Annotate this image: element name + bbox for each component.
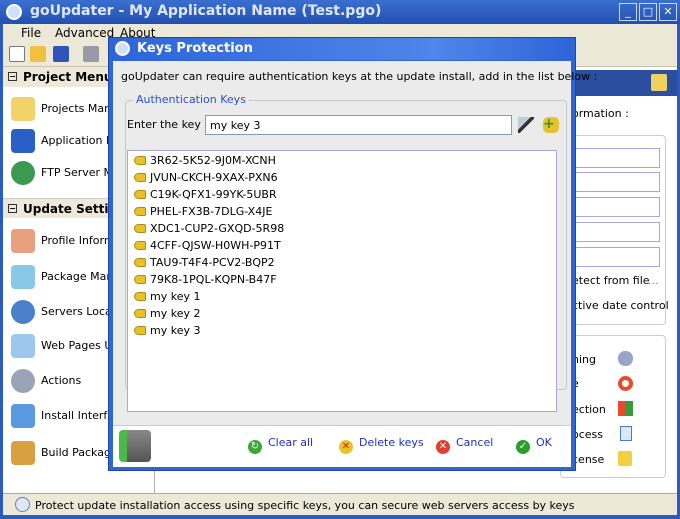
- key-list-item[interactable]: C19K-QFX1-99YK-5UBR: [134, 188, 277, 205]
- info-label: ormation :: [572, 107, 629, 120]
- key-icon: [134, 292, 146, 301]
- ok-button[interactable]: ✓ OK: [516, 436, 552, 454]
- cancel-button[interactable]: ✕ Cancel: [436, 436, 493, 454]
- open-folder-icon[interactable]: [30, 46, 46, 62]
- menu-file[interactable]: File: [21, 26, 41, 40]
- box-check-icon: [11, 441, 35, 465]
- info-field-1[interactable]: [565, 148, 660, 168]
- dialog-body: goUpdater can require authentication key…: [113, 61, 597, 425]
- lock-clock-icon: [618, 451, 632, 466]
- key-list-item[interactable]: PHEL-FX3B-7DLG-X4JE: [134, 205, 272, 222]
- key-list-item[interactable]: my key 1: [134, 290, 200, 307]
- folder-clock-icon: [11, 97, 35, 121]
- key-list-item[interactable]: 79K8-1PQL-KQPN-B47F: [134, 273, 277, 290]
- status-text: Protect update installation access using…: [35, 499, 575, 512]
- collapse-icon[interactable]: −: [8, 204, 17, 213]
- delete-key-icon: ✕: [339, 440, 353, 454]
- gear-play-icon: [11, 369, 35, 393]
- package-icon: [11, 265, 35, 289]
- option-5[interactable]: cense: [572, 453, 604, 466]
- browse-button[interactable]: ...: [648, 274, 659, 287]
- keys-list[interactable]: 3R62-5K52-9J0M-XCNH JVUN-CKCH-9XAX-PXN6 C1…: [127, 150, 557, 412]
- safe-icon: [119, 430, 151, 462]
- window-title: goUpdater - My Application Name (Test.pg…: [30, 3, 382, 19]
- refresh-icon: ↻: [248, 440, 262, 454]
- key-list-item[interactable]: TAU9-T4F4-PCV2-BQP2: [134, 256, 275, 273]
- key-list-item[interactable]: my key 2: [134, 307, 200, 324]
- generate-key-wand-icon[interactable]: [518, 117, 534, 133]
- title-bar: goUpdater - My Application Name (Test.pg…: [0, 0, 680, 24]
- document-icon: [620, 426, 632, 441]
- gear-icon: [618, 351, 633, 366]
- key-list-item[interactable]: XDC1-CUP2-GXQD-5R98: [134, 222, 284, 239]
- key-icon: [134, 275, 146, 284]
- status-bar: Protect update installation access using…: [3, 493, 677, 515]
- detect-from-file-label: etect from file: [572, 274, 650, 287]
- key-icon: [134, 207, 146, 216]
- keys-protection-dialog: Keys Protection goUpdater can require au…: [108, 37, 597, 471]
- key-icon: [134, 258, 146, 267]
- key-icon: [134, 224, 146, 233]
- dialog-description: goUpdater can require authentication key…: [121, 70, 598, 83]
- dialog-footer: ↻ Clear all ✕ Delete keys ✕ Cancel ✓ OK: [113, 425, 571, 467]
- key-icon: [134, 173, 146, 182]
- app-icon: [6, 4, 22, 20]
- cancel-icon: ✕: [436, 440, 450, 454]
- info-field-2[interactable]: [565, 172, 660, 192]
- windows-icon: [618, 401, 633, 416]
- info-field-5[interactable]: [565, 247, 660, 267]
- key-list-item[interactable]: my key 3: [134, 324, 200, 341]
- document-icon: [11, 229, 35, 253]
- check-icon: ✓: [516, 440, 530, 454]
- group-label: Authentication Keys: [133, 93, 249, 106]
- dialog-title: Keys Protection: [137, 41, 253, 56]
- key-icon: [134, 156, 146, 165]
- collapse-icon[interactable]: −: [8, 72, 17, 81]
- clear-all-button[interactable]: ↻ Clear all: [248, 436, 313, 454]
- maximize-button[interactable]: □: [639, 3, 657, 21]
- option-4[interactable]: ocess: [572, 428, 603, 441]
- key-icon: [134, 309, 146, 318]
- date-control-label[interactable]: ctive date control: [572, 299, 669, 312]
- option-3[interactable]: ection: [572, 403, 606, 416]
- application-icon: [11, 129, 35, 153]
- new-file-icon[interactable]: [9, 46, 25, 62]
- key-list-item[interactable]: 4CFF-QJSW-H0WH-P91T: [134, 239, 281, 256]
- key-list-item[interactable]: 3R62-5K52-9J0M-XCNH: [134, 154, 276, 171]
- info-field-3[interactable]: [565, 197, 660, 217]
- web-page-icon: [11, 334, 35, 358]
- server-globe-icon: [11, 300, 35, 324]
- key-list-item[interactable]: JVUN-CKCH-9XAX-PXN6: [134, 171, 278, 188]
- key-input[interactable]: [205, 115, 512, 135]
- globe-plug-icon: [11, 161, 35, 185]
- enter-key-label: Enter the key :: [127, 118, 209, 131]
- save-icon[interactable]: [53, 46, 69, 62]
- dialog-title-bar[interactable]: Keys Protection: [109, 38, 575, 60]
- add-key-icon[interactable]: +: [543, 117, 559, 133]
- lifebuoy-icon: [618, 376, 633, 391]
- delete-keys-button[interactable]: ✕ Delete keys: [339, 436, 424, 454]
- help-icon[interactable]: [651, 74, 667, 91]
- settings-icon[interactable]: [83, 46, 99, 62]
- minimize-button[interactable]: _: [619, 3, 637, 21]
- info-field-4[interactable]: [565, 222, 660, 242]
- window-icon: [11, 404, 35, 428]
- key-icon: [134, 241, 146, 250]
- menu-advanced[interactable]: Advanced: [55, 26, 114, 40]
- app-icon: [115, 41, 130, 56]
- info-icon: [15, 497, 30, 512]
- close-button[interactable]: ✕: [659, 3, 677, 21]
- key-icon: [134, 190, 146, 199]
- key-icon: [134, 326, 146, 335]
